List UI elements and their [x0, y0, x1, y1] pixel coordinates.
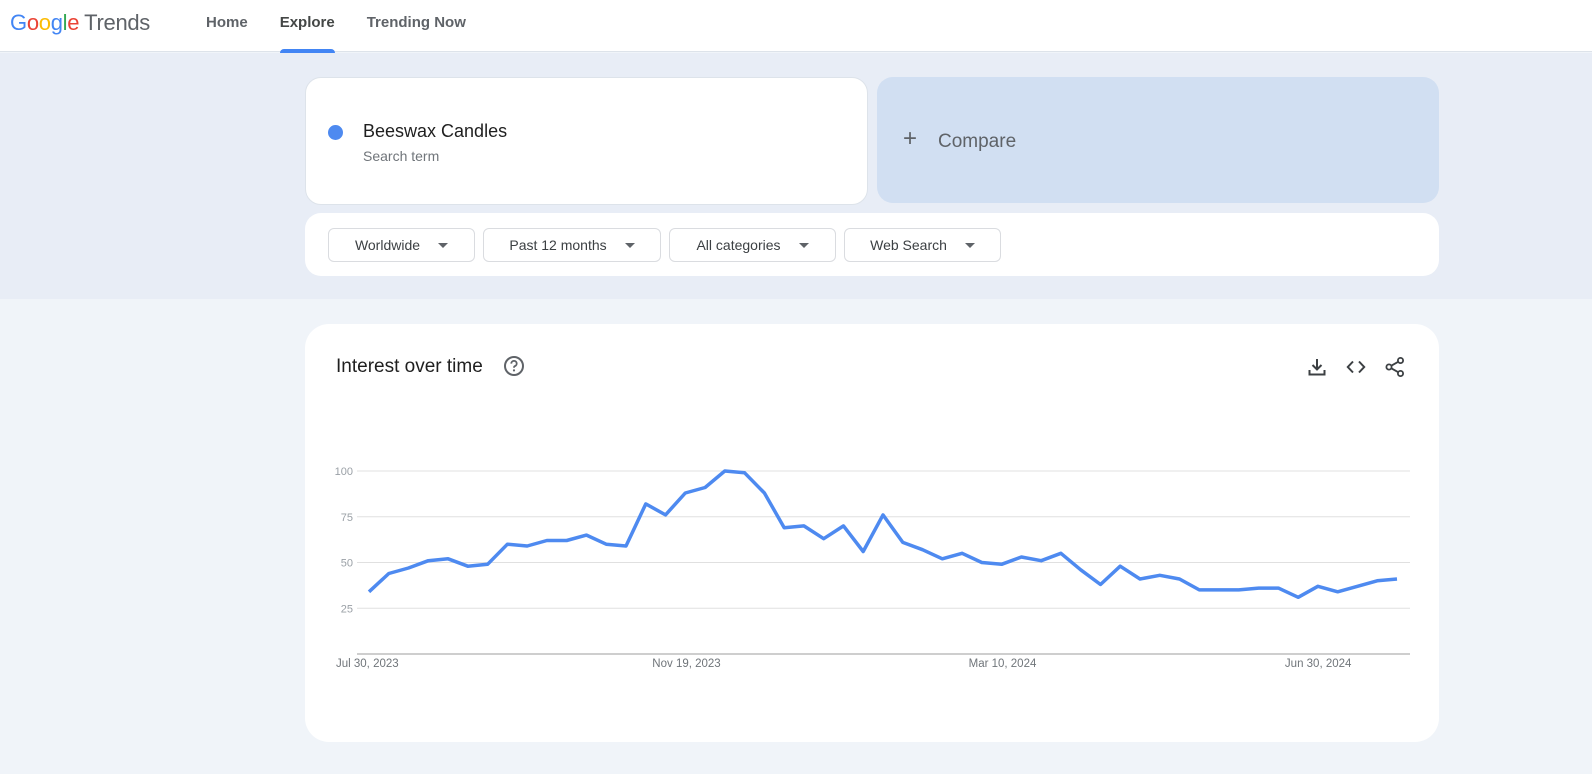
data-point[interactable]: [442, 553, 454, 565]
data-point[interactable]: [403, 562, 415, 574]
filter-region-label: Worldwide: [354, 237, 421, 253]
data-point[interactable]: [1154, 569, 1166, 581]
y-tick-label: 100: [335, 466, 353, 478]
nav-home[interactable]: Home: [190, 0, 264, 52]
data-point[interactable]: [1312, 580, 1324, 592]
data-point[interactable]: [1213, 584, 1225, 596]
data-point[interactable]: [996, 558, 1008, 570]
data-point[interactable]: [660, 509, 672, 521]
data-point[interactable]: [837, 520, 849, 532]
filter-time-range-label: Past 12 months: [509, 237, 607, 253]
data-point[interactable]: [818, 533, 830, 545]
y-tick-label: 75: [341, 512, 353, 524]
data-point[interactable]: [1015, 551, 1027, 563]
filter-search-type[interactable]: Web Search: [844, 228, 1001, 262]
data-point[interactable]: [758, 487, 770, 499]
top-app-bar: Google Trends Home Explore Trending Now: [0, 0, 1592, 53]
logo-letter: o: [38, 10, 51, 35]
series-line-beeswax-candles[interactable]: [367, 469, 1398, 600]
plus-icon: +: [903, 125, 918, 152]
data-point[interactable]: [600, 538, 612, 550]
trends-wordmark: Trends: [84, 10, 151, 35]
data-point[interactable]: [422, 555, 434, 567]
data-point[interactable]: [640, 498, 652, 510]
y-tick-label: 50: [341, 558, 353, 570]
data-point[interactable]: [1332, 586, 1344, 598]
data-point[interactable]: [798, 520, 810, 532]
data-point[interactable]: [462, 560, 474, 572]
compare-label: Compare: [938, 131, 1017, 152]
data-point[interactable]: [541, 535, 553, 547]
data-point[interactable]: [383, 567, 395, 579]
filter-bar: Worldwide Past 12 months All categories …: [305, 213, 1439, 276]
caret-down-icon: [964, 242, 975, 248]
compare-button[interactable]: + Compare: [877, 77, 1439, 203]
data-point[interactable]: [857, 546, 869, 558]
data-point[interactable]: [1075, 564, 1087, 576]
x-tick-label: Jun 30, 2024: [1285, 658, 1352, 670]
data-point[interactable]: [521, 540, 533, 552]
logo-letter: G: [10, 10, 27, 35]
filter-search-type-label: Web Search: [870, 237, 947, 253]
data-point[interactable]: [719, 465, 731, 477]
x-tick-label: Mar 10, 2024: [969, 658, 1037, 670]
google-trends-logo[interactable]: Google Trends: [10, 10, 150, 36]
interest-line-chart: 25 50 75 100 Jul 30, 2023 Nov 19, 2023 Mar 10…: [335, 465, 1410, 670]
data-point[interactable]: [1371, 575, 1383, 587]
data-point[interactable]: [1292, 591, 1304, 603]
data-point[interactable]: [1174, 573, 1186, 585]
x-tick-label: Jul 30, 2023: [336, 658, 399, 670]
google-wordmark: Google: [10, 10, 79, 36]
logo-letter: g: [50, 10, 63, 35]
filter-category-label: All categories: [696, 237, 781, 253]
data-point[interactable]: [1233, 584, 1245, 596]
data-point[interactable]: [1114, 560, 1126, 572]
nav-trending-now[interactable]: Trending Now: [351, 0, 482, 52]
data-point[interactable]: [976, 557, 988, 569]
filter-region[interactable]: Worldwide: [328, 228, 475, 262]
data-point[interactable]: [877, 509, 889, 521]
data-point[interactable]: [1351, 580, 1363, 592]
interest-over-time-card: Interest over time 25 50 75 100 Jul 30, 202…: [305, 324, 1439, 742]
logo-letter: o: [26, 10, 39, 35]
search-term-name[interactable]: Beeswax Candles: [363, 121, 507, 142]
data-point[interactable]: [1391, 573, 1403, 585]
caret-down-icon: [624, 242, 635, 248]
data-point[interactable]: [580, 529, 592, 541]
x-tick-label: Nov 19, 2023: [652, 658, 720, 670]
data-point[interactable]: [501, 538, 513, 550]
data-point[interactable]: [917, 544, 929, 556]
data-point[interactable]: [699, 481, 711, 493]
logo-letter: e: [67, 10, 80, 35]
caret-down-icon: [438, 242, 449, 248]
nav-explore[interactable]: Explore: [264, 0, 351, 53]
filter-time-range[interactable]: Past 12 months: [483, 228, 661, 262]
search-term-card[interactable]: Beeswax Candles Search term: [305, 77, 868, 205]
data-point[interactable]: [1094, 578, 1106, 590]
data-point[interactable]: [1272, 582, 1284, 594]
data-point[interactable]: [739, 467, 751, 479]
y-tick-label: 25: [341, 603, 353, 615]
data-point[interactable]: [561, 535, 573, 547]
caret-down-icon: [798, 242, 809, 248]
data-point[interactable]: [482, 558, 494, 570]
data-point[interactable]: [778, 522, 790, 534]
search-term-type: Search term: [363, 148, 440, 164]
filter-category[interactable]: All categories: [669, 228, 836, 262]
data-point[interactable]: [620, 540, 632, 552]
term-color-dot: [328, 125, 343, 140]
data-point[interactable]: [1035, 555, 1047, 567]
data-point[interactable]: [1193, 584, 1205, 596]
data-point[interactable]: [1134, 573, 1146, 585]
data-point[interactable]: [936, 553, 948, 565]
data-point[interactable]: [956, 547, 968, 559]
data-point[interactable]: [363, 586, 375, 598]
main-nav: Home Explore Trending Now: [190, 0, 482, 53]
data-point[interactable]: [1253, 582, 1265, 594]
data-point[interactable]: [897, 536, 909, 548]
data-point[interactable]: [679, 487, 691, 499]
data-point[interactable]: [1055, 547, 1067, 559]
